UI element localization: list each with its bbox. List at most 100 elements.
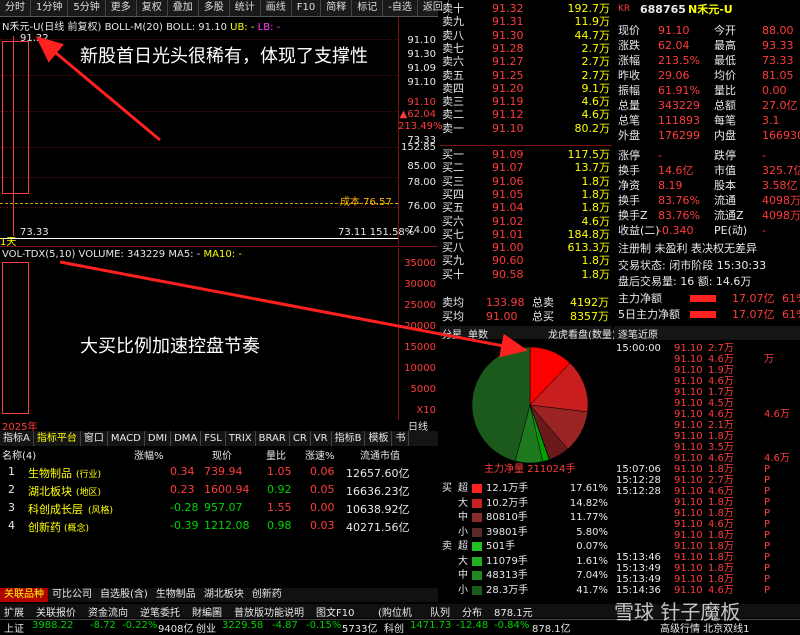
sector-row[interactable]: 4 创新药 (概念) -0.39 1212.08 0.98 0.03 40271.56亿: [0, 517, 438, 536]
col-speed[interactable]: 涨速%: [305, 447, 335, 462]
inflow-value: 17.07亿: [732, 292, 775, 305]
sector-row[interactable]: 1 生物制品 (行业) 0.34 739.94 1.05 0.06 12657.60亿: [0, 463, 438, 482]
indicator-tab-1[interactable]: 指标平台: [34, 431, 81, 446]
function-tab-5[interactable]: 普放版功能说明: [234, 604, 304, 619]
book-label: 买五: [442, 201, 464, 215]
sector-tab-4[interactable]: 湖北板块: [200, 588, 248, 602]
quote-row2-2: 跌停: [714, 149, 736, 162]
toolbar-button-11[interactable]: 标记: [352, 0, 384, 16]
function-tab-8[interactable]: 队列: [430, 604, 450, 619]
toolbar-button-7[interactable]: 统计: [230, 0, 261, 16]
kline-axis-label: 91.10: [407, 77, 436, 88]
toolbar-button-1[interactable]: 1分钟: [31, 0, 69, 16]
toolbar-button-4[interactable]: 复权: [137, 0, 168, 16]
toolbar-button-0[interactable]: 分时: [0, 0, 31, 16]
col-ratio[interactable]: 量比: [266, 447, 286, 462]
indicator-tab-0[interactable]: 指标A: [0, 431, 34, 446]
toolbar-button-5[interactable]: 叠加: [168, 0, 199, 16]
indicator-tab-9[interactable]: CR: [290, 431, 311, 446]
pie-tab-2[interactable]: 龙虎看盘(数量): [548, 326, 616, 341]
indicator-tab-6[interactable]: FSL: [201, 431, 226, 446]
toolbar-button-3[interactable]: 更多: [106, 0, 137, 16]
indicator-tab-13[interactable]: 书: [392, 431, 410, 446]
vol-axis-label: 30000: [404, 279, 436, 290]
quote-row2-3: 4098万: [762, 209, 800, 222]
quote-row2-1: 8.19: [658, 179, 683, 192]
indicator-tab-5[interactable]: DMA: [171, 431, 202, 446]
tick-tab[interactable]: 逐笔近原: [618, 326, 658, 341]
book-volume: 9.1万: [581, 81, 611, 95]
toolbar-button-10[interactable]: 简释: [321, 0, 353, 16]
flow-swatch: [472, 542, 482, 551]
toolbar-button-6[interactable]: 多股: [199, 0, 230, 16]
bid-level: 买四 91.05 1.8万: [440, 188, 612, 201]
indicator-tab-12[interactable]: 模板: [365, 431, 393, 446]
toolbar-button-12[interactable]: -自选: [383, 0, 418, 16]
quote-row-1: 61.91%: [658, 84, 700, 97]
col-mv[interactable]: 流通市值: [360, 447, 400, 462]
function-tab-4[interactable]: 財編圖: [192, 604, 222, 619]
sector-tab-3[interactable]: 生物制品: [152, 588, 200, 602]
function-tab-2[interactable]: 资金流向: [88, 604, 128, 619]
function-tab-7[interactable]: (购位机: [378, 604, 412, 619]
function-tab-1[interactable]: 关联报价: [36, 604, 76, 619]
function-tab-10[interactable]: 878.1元: [494, 604, 533, 619]
indicator-tab-4[interactable]: DMI: [145, 431, 172, 446]
boll-value: BOLL: 91.10: [166, 22, 227, 33]
indicator-tab-10[interactable]: VR: [311, 431, 332, 446]
sector-header: 名称(4) 涨幅% 现价 量比 涨速% 流通市值: [0, 447, 438, 462]
flow-kind: 小: [458, 526, 468, 538]
sector-row[interactable]: 2 湖北板块 (地区) 0.23 1600.94 0.92 0.05 16636.23亿: [0, 481, 438, 500]
book-label: 买二: [442, 161, 464, 175]
function-tab-9[interactable]: 分布: [462, 604, 482, 619]
col-price[interactable]: 现价: [212, 447, 232, 462]
volume-bar[interactable]: [2, 262, 29, 414]
candle-body[interactable]: [2, 41, 29, 194]
sector-tab-0[interactable]: 关联品种: [0, 588, 48, 602]
sector-chg: 0.23: [170, 483, 195, 496]
sector-tab-1[interactable]: 可比公司: [48, 588, 96, 602]
kline-axis-label: 91.30: [407, 49, 436, 60]
quote-row-1: 62.04: [658, 39, 690, 52]
pie-tab-1[interactable]: 单数: [468, 326, 488, 341]
indicator-tab-7[interactable]: TRIX: [226, 431, 256, 446]
col-chg[interactable]: 涨幅%: [134, 447, 164, 462]
sector-row[interactable]: 3 科创成长层 (风格) -0.28 957.07 1.55 0.00 10638.92亿: [0, 499, 438, 518]
flow-swatch: [472, 556, 482, 566]
sector-name: 科创成长层: [28, 503, 83, 516]
pie-tab-0[interactable]: 分星: [442, 326, 462, 341]
flow-pct: 1.61%: [576, 555, 608, 567]
row-index: 1: [8, 465, 15, 478]
book-label: 卖四: [442, 81, 464, 95]
toolbar-button-2[interactable]: 5分钟: [68, 0, 106, 16]
main-inflow: 主力净额 17.07亿 61%: [614, 291, 800, 306]
avg-buy-0: 买均: [442, 310, 464, 323]
flow-kind: 大: [458, 555, 468, 567]
quote-row2-3: 325.7亿: [762, 164, 800, 177]
book-label: 买四: [442, 187, 464, 201]
quote-row-3: 93.33: [762, 39, 794, 52]
vol-title[interactable]: VOL-TDX(5,10): [2, 249, 75, 260]
pie-tabs: 分星 单数 龙虎看盘(数量): [440, 326, 616, 341]
indicator-tab-8[interactable]: BRAR: [256, 431, 290, 446]
sector-tab-2[interactable]: 自选股(含): [96, 588, 152, 602]
sector-ratio: 0.98: [267, 519, 292, 532]
flow-volume: 48313手: [486, 570, 528, 581]
col-name[interactable]: 名称(4): [2, 447, 36, 462]
book-label: 卖九: [442, 15, 464, 29]
function-tab-3[interactable]: 逆笔委托: [140, 604, 180, 619]
indicator-tab-3[interactable]: MACD: [108, 431, 145, 446]
function-tab-0[interactable]: 扩展: [4, 604, 24, 619]
quote-row-2: 量比: [714, 84, 736, 97]
indicator-tab-2[interactable]: 窗口: [81, 431, 108, 446]
trade-state: 交易状态: 闭市阶段 15:30:33: [618, 259, 767, 272]
indicator-tab-11[interactable]: 指标B: [332, 431, 366, 446]
sector-tab-5[interactable]: 创新药: [248, 588, 286, 602]
kline-axis-label: 76.00: [407, 201, 436, 212]
toolbar-button-9[interactable]: F10: [292, 0, 322, 16]
book-price: 91.04: [492, 201, 524, 215]
function-tab-6[interactable]: 图文F10: [316, 604, 354, 619]
bid-level: 买二 91.07 13.7万: [440, 161, 612, 174]
toolbar-button-8[interactable]: 画线: [261, 0, 292, 16]
kline-indicator[interactable]: BOLL-M(20): [105, 22, 163, 33]
